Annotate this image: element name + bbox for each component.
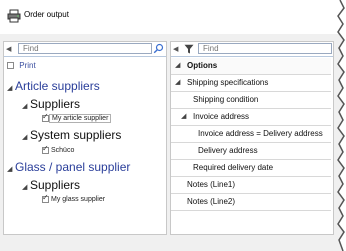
tree-group-label: Glass / panel supplier: [15, 160, 131, 174]
tree-group-label: Article suppliers: [15, 79, 100, 93]
window-title: Order output: [24, 10, 69, 19]
funnel-icon[interactable]: [184, 44, 194, 54]
expand-triangle-icon[interactable]: ◢: [22, 102, 30, 110]
right-search-input[interactable]: [198, 43, 332, 54]
tree-item-schueco[interactable]: Schüco: [42, 144, 75, 155]
option-row-required-delivery-date[interactable]: Required delivery date: [171, 160, 331, 177]
option-label: Required delivery date: [193, 163, 274, 172]
option-label: Notes (Line2): [187, 197, 236, 206]
option-label: Delivery address: [198, 146, 258, 155]
tree-item-my-glass-supplier[interactable]: My glass supplier: [42, 193, 106, 204]
expand-triangle-icon[interactable]: ◢: [22, 183, 30, 191]
option-row-shipping-specifications[interactable]: ◢ Shipping specifications: [171, 75, 331, 92]
option-label: Invoice address = Delivery address: [198, 129, 323, 138]
item-checkbox[interactable]: [42, 112, 49, 122]
expand-triangle-icon[interactable]: ◢: [7, 165, 15, 173]
left-search-bar: ◀: [4, 42, 166, 57]
collapse-triangle-icon[interactable]: ◢: [181, 109, 186, 124]
option-row-delivery-address[interactable]: Delivery address: [171, 143, 331, 160]
option-label: Shipping condition: [193, 95, 259, 104]
expand-triangle-icon[interactable]: ◢: [7, 84, 15, 92]
tree-group-article-suppliers[interactable]: ◢ Article suppliers: [7, 79, 100, 93]
tree-item-label: Schüco: [51, 147, 75, 155]
title-bar: Order output: [0, 0, 346, 34]
printer-icon: [7, 9, 21, 23]
order-output-window: Order output ◀ Print ◢Article suppliers …: [0, 0, 346, 251]
supplier-tree-panel: ◀ Print ◢Article suppliers ◢Suppliers My…: [3, 41, 167, 235]
option-label: Shipping specifications: [187, 78, 269, 87]
left-search-input[interactable]: [18, 43, 152, 54]
tree-item-my-article-supplier[interactable]: My article supplier: [42, 112, 112, 124]
tree-node-system-suppliers[interactable]: ◢ System suppliers: [22, 128, 121, 142]
option-label: Notes (Line1): [187, 180, 236, 189]
collapse-triangle-icon[interactable]: ◢: [175, 75, 180, 90]
collapse-right-icon[interactable]: ◀: [173, 45, 178, 53]
option-row-notes-line2[interactable]: Notes (Line2): [171, 194, 331, 211]
tree-node-label: Suppliers: [30, 97, 81, 111]
tree-node-suppliers[interactable]: ◢ Suppliers: [22, 178, 80, 192]
tree-item-label: My glass supplier: [51, 196, 106, 204]
option-row-invoice-equals-delivery[interactable]: Invoice address = Delivery address: [171, 126, 331, 143]
collapse-triangle-icon[interactable]: ◢: [175, 58, 180, 73]
collapse-left-icon[interactable]: ◀: [6, 45, 11, 53]
print-checkbox[interactable]: [7, 62, 14, 70]
options-panel: ◀ ◢ Options ◢ Shipping specifications Sh…: [170, 41, 334, 235]
item-checkbox[interactable]: [42, 144, 49, 154]
tree-node-suppliers[interactable]: ◢ Suppliers: [22, 97, 80, 111]
options-header-label: Options: [187, 61, 218, 70]
tree-node-label: System suppliers: [30, 128, 122, 142]
tree-node-label: Suppliers: [30, 178, 81, 192]
option-row-invoice-address[interactable]: ◢ Invoice address: [171, 109, 331, 126]
print-option[interactable]: Print: [7, 61, 36, 71]
tree-item-label: My article supplier: [49, 114, 112, 124]
magnifier-icon[interactable]: [153, 43, 164, 54]
torn-edge: [337, 0, 346, 251]
option-label: Invoice address: [193, 112, 250, 121]
option-row-notes-line1[interactable]: Notes (Line1): [171, 177, 331, 194]
print-label: Print: [19, 61, 36, 70]
expand-triangle-icon[interactable]: ◢: [22, 133, 30, 141]
right-search-bar: ◀: [171, 42, 333, 57]
tree-group-glass-panel-supplier[interactable]: ◢ Glass / panel supplier: [7, 160, 130, 174]
options-header-row[interactable]: ◢ Options: [171, 58, 331, 75]
option-row-shipping-condition[interactable]: Shipping condition: [171, 92, 331, 109]
item-checkbox[interactable]: [42, 193, 49, 203]
